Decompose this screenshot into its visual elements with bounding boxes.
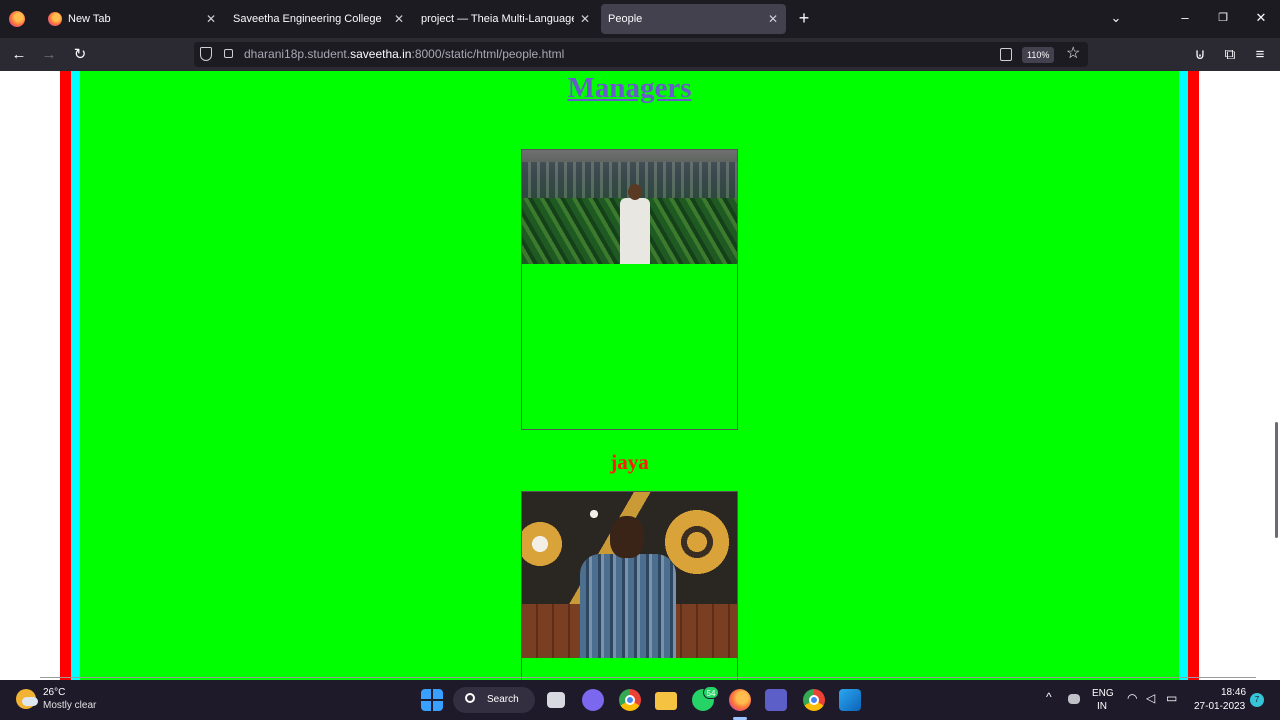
tab-title: People xyxy=(608,13,643,25)
clock-date[interactable]: 27-01-2023 xyxy=(1194,701,1245,712)
file-explorer-icon[interactable] xyxy=(655,692,677,710)
scrollbar-thumb[interactable] xyxy=(1275,422,1278,538)
url-text[interactable]: dharani18p.student.saveetha.in:8000/stat… xyxy=(244,42,564,67)
tab-title: project — Theia Multi-Language Ex xyxy=(421,13,574,25)
minimize-button[interactable]: – xyxy=(1175,8,1195,28)
battery-icon[interactable]: ▭ xyxy=(1166,691,1177,705)
weather-temperature[interactable]: 26°C xyxy=(43,687,65,698)
volume-icon[interactable]: ◁ xyxy=(1146,691,1155,705)
firefox-favicon-icon xyxy=(48,12,62,26)
tracking-protection-icon[interactable] xyxy=(200,47,212,61)
app-menu-icon[interactable]: ≡ xyxy=(1249,44,1271,66)
whatsapp-badge: 54 xyxy=(703,686,719,699)
tab-title: Saveetha Engineering College xyxy=(233,13,382,25)
chrome-icon[interactable] xyxy=(619,689,641,711)
search-label: Search xyxy=(487,694,519,705)
close-icon[interactable]: ✕ xyxy=(766,4,780,34)
close-icon[interactable]: ✕ xyxy=(578,4,592,34)
tab-people[interactable]: People ✕ xyxy=(601,4,786,34)
new-tab-button[interactable]: + xyxy=(794,8,814,28)
azure-data-studio-icon[interactable] xyxy=(839,689,861,711)
taskbar: 26°C Mostly clear Search 54 ^ ENG IN ◠ ◁… xyxy=(0,680,1280,720)
person-photo xyxy=(522,150,737,264)
back-icon[interactable]: ← xyxy=(8,44,30,66)
forward-icon[interactable]: → xyxy=(38,44,60,66)
search-icon xyxy=(465,693,475,703)
content-area: Managers jaya xyxy=(80,71,1179,680)
person-card xyxy=(521,149,738,430)
wifi-icon[interactable]: ◠ xyxy=(1127,691,1137,705)
notification-badge[interactable]: 7 xyxy=(1250,693,1264,707)
chrome-profile-icon[interactable] xyxy=(803,689,825,711)
person-photo xyxy=(522,492,737,658)
zoom-level-button[interactable]: 110% xyxy=(1022,47,1055,63)
taskbar-search-button[interactable]: Search xyxy=(453,687,535,713)
person-card xyxy=(521,491,738,680)
left-cyan-border xyxy=(71,71,80,680)
tab-new-tab[interactable]: New Tab ✕ xyxy=(40,4,224,34)
right-cyan-border xyxy=(1179,71,1188,680)
reader-view-icon[interactable] xyxy=(1000,48,1012,61)
input-language[interactable]: ENG xyxy=(1092,688,1114,699)
lock-icon[interactable] xyxy=(224,49,233,58)
list-all-tabs-icon[interactable]: ⌄ xyxy=(1106,8,1126,28)
close-icon[interactable]: ✕ xyxy=(392,4,406,34)
firefox-menu-icon[interactable] xyxy=(9,11,25,27)
extensions-icon[interactable]: ⧉ xyxy=(1219,44,1241,66)
pocket-icon[interactable]: ⊍ xyxy=(1189,44,1211,66)
chat-icon[interactable] xyxy=(582,689,604,711)
address-bar[interactable]: dharani18p.student.saveetha.in:8000/stat… xyxy=(194,42,1088,67)
task-view-icon[interactable] xyxy=(547,692,565,708)
maximize-button[interactable]: ❐ xyxy=(1213,8,1233,28)
page-viewport: Managers jaya xyxy=(0,71,1280,680)
left-red-border xyxy=(60,71,71,680)
reload-icon[interactable]: ↻ xyxy=(69,44,91,66)
tab-title: New Tab xyxy=(68,13,111,25)
navigation-toolbar: ← → ↻ dharani18p.student.saveetha.in:800… xyxy=(0,38,1280,71)
right-red-border xyxy=(1188,71,1199,680)
show-hidden-icons-icon[interactable]: ^ xyxy=(1046,690,1052,704)
input-region[interactable]: IN xyxy=(1097,701,1107,712)
weather-icon[interactable] xyxy=(16,689,38,709)
window-close-button[interactable]: ✕ xyxy=(1251,8,1271,28)
tab-saveetha[interactable]: Saveetha Engineering College ✕ xyxy=(226,4,412,34)
weather-condition[interactable]: Mostly clear xyxy=(43,700,96,711)
bookmark-star-icon[interactable]: ☆ xyxy=(1066,44,1080,64)
person-name: jaya xyxy=(610,450,649,474)
firefox-icon[interactable] xyxy=(729,689,751,711)
teams-icon[interactable] xyxy=(765,689,787,711)
tray-app-icon[interactable] xyxy=(1068,694,1080,704)
start-icon[interactable] xyxy=(421,689,443,711)
divider xyxy=(40,677,1256,678)
close-icon[interactable]: ✕ xyxy=(204,4,218,34)
tab-bar: New Tab ✕ Saveetha Engineering College ✕… xyxy=(0,0,1280,38)
page-heading[interactable]: Managers xyxy=(80,71,1179,105)
tab-theia-project[interactable]: project — Theia Multi-Language Ex ✕ xyxy=(414,4,598,34)
clock-time[interactable]: 18:46 xyxy=(1221,687,1246,698)
